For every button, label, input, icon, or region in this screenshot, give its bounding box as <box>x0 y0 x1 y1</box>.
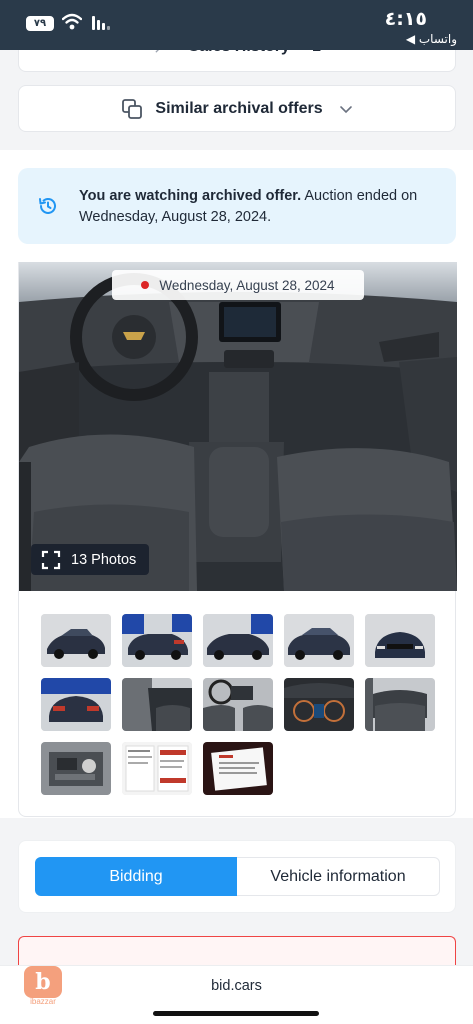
auction-date: Wednesday, August 28, 2024 <box>159 277 335 293</box>
similar-offers-dropdown[interactable]: Similar archival offers <box>18 85 456 132</box>
copy-icon <box>122 98 143 119</box>
similar-offers-label: Similar archival offers <box>155 99 323 117</box>
auction-date-pill: Wednesday, August 28, 2024 <box>112 270 364 300</box>
battery-icon: ٧٩ <box>26 16 54 31</box>
history-icon: ↗ <box>153 50 166 58</box>
alert-bold-text: You are watching archived offer. <box>79 188 302 204</box>
tab-vehicle-information[interactable]: Vehicle information <box>237 857 440 896</box>
thumbnail[interactable] <box>41 614 111 667</box>
clock: ٤:١٥ <box>384 8 427 30</box>
home-indicator[interactable] <box>153 1011 319 1016</box>
battery-level: ٧٩ <box>33 18 47 29</box>
ibazzar-label: ibazzar <box>30 997 56 1006</box>
thumbnail[interactable] <box>122 742 192 795</box>
thumbnail[interactable] <box>122 614 192 667</box>
photos-count-label: 13 Photos <box>71 551 137 568</box>
history-icon <box>39 197 56 214</box>
sales-history-label: Sales History <box>189 50 290 58</box>
thumbnail[interactable] <box>41 742 111 795</box>
signal-icon <box>92 16 110 30</box>
thumbnail[interactable] <box>122 678 192 731</box>
tabs-container: Bidding Vehicle information <box>18 840 456 913</box>
archived-offer-alert: You are watching archived offer. Auction… <box>18 168 456 244</box>
chevron-down-icon <box>339 105 352 113</box>
photo-gallery: Wednesday, August 28, 2024 13 Photos <box>18 262 457 817</box>
browser-bottom-bar: b ibazzar bid.cars <box>0 965 473 1024</box>
sales-history-count: 1 <box>312 50 321 58</box>
thumbnail[interactable] <box>203 614 273 667</box>
thumbnail[interactable] <box>284 678 354 731</box>
main-photo[interactable]: Wednesday, August 28, 2024 13 Photos <box>19 262 457 591</box>
url-domain[interactable]: bid.cars <box>0 978 473 994</box>
thumbnail[interactable] <box>365 614 435 667</box>
status-bar: ٧٩ ٤:١٥ ◀ واتساب <box>0 0 473 50</box>
thumbnail[interactable] <box>41 678 111 731</box>
expand-icon <box>41 550 61 569</box>
status-dot-icon <box>141 281 150 289</box>
view-photos-button[interactable]: 13 Photos <box>31 544 149 575</box>
wifi-icon <box>62 13 82 30</box>
thumbnail[interactable] <box>365 678 435 731</box>
thumbnail[interactable] <box>203 678 273 731</box>
alert-text: You are watching archived offer. Auction… <box>79 186 439 228</box>
thumbnail-grid <box>41 614 435 795</box>
sales-history-row[interactable]: ↗ Sales History 1 <box>18 50 456 72</box>
car-interior-image <box>19 262 457 591</box>
thumbnail[interactable] <box>203 742 273 795</box>
back-to-app-link[interactable]: ◀ واتساب <box>406 32 457 46</box>
thumbnail[interactable] <box>284 614 354 667</box>
tab-bidding[interactable]: Bidding <box>35 857 237 896</box>
